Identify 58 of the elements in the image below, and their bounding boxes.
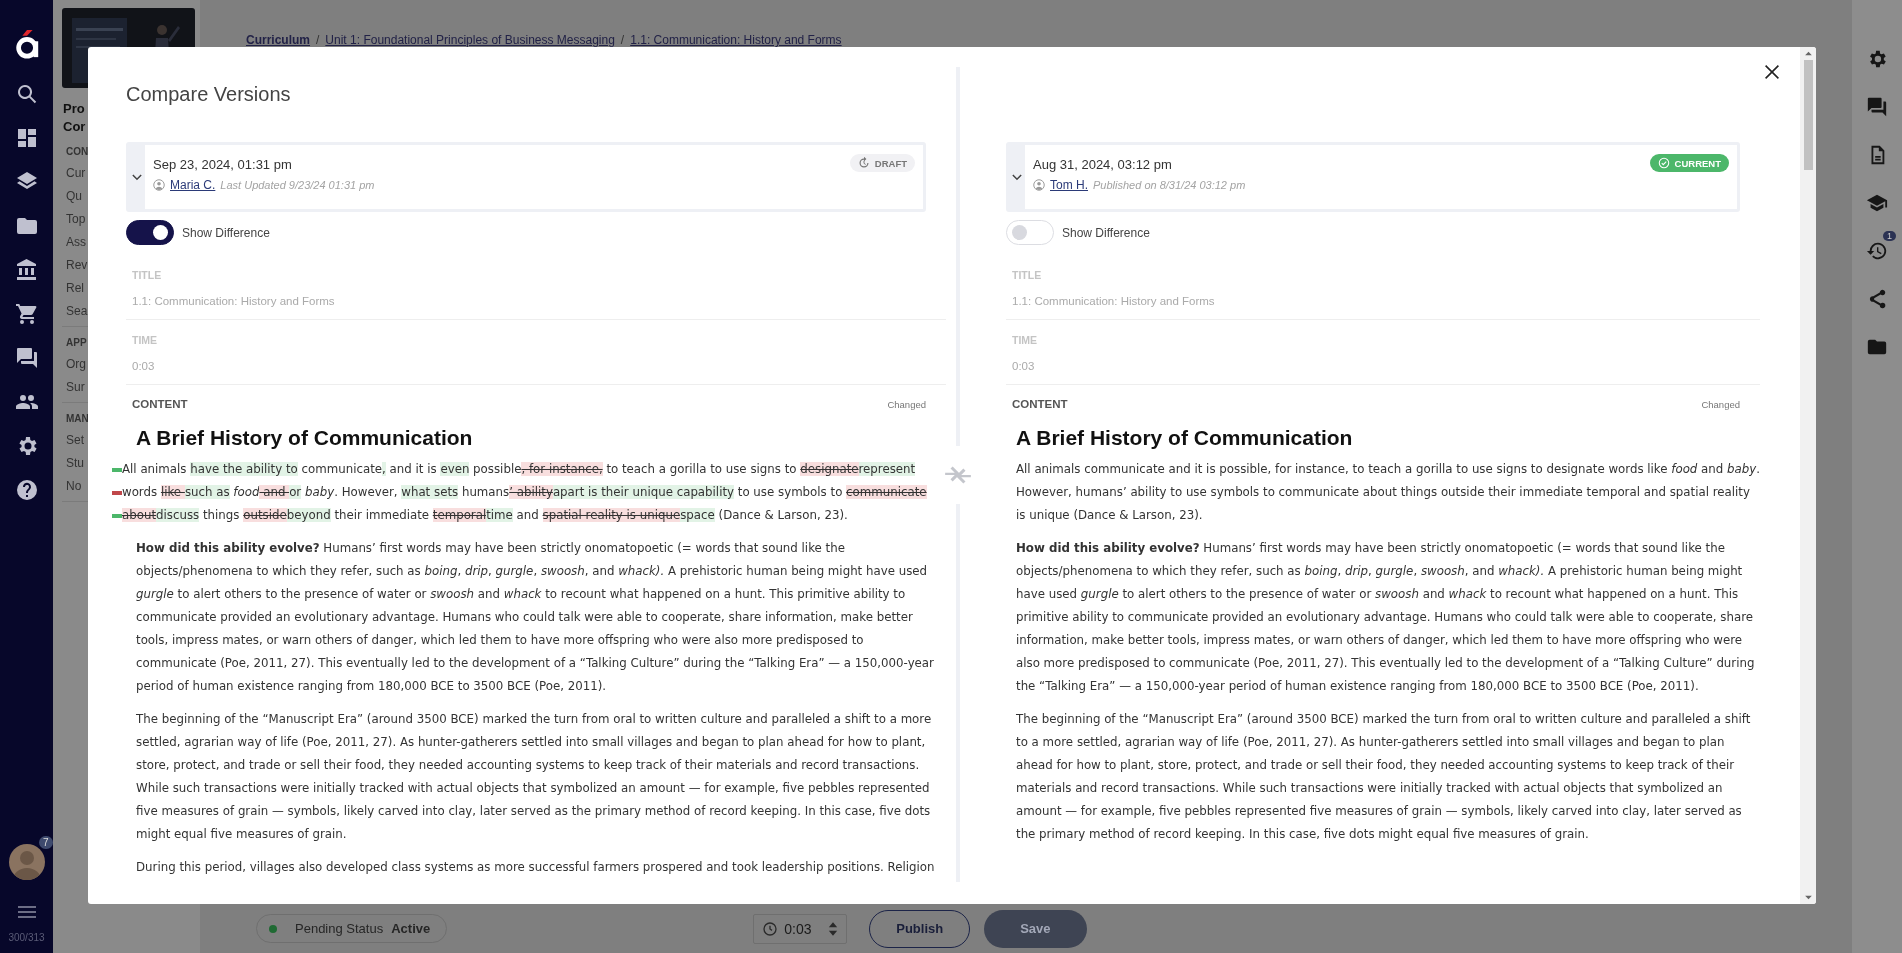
version-badge: CURRENT bbox=[1649, 154, 1729, 172]
paragraph: How did this ability evolve? Humans’ first words may have been strictly onomatopoetic (= words that sound like the objects/phenomena to which they refer, such as boing, drip, gurgle, swoosh, and whack). A prehistoric human being might have used gurgle to alert others to the presence of water or swoosh and whack to recount what happened on a hunt. This primitive ability to communicate provided an evolutionary advantage. Humans who could talk were able to cooperate, share information, make better tools, impress mates, or warn others of danger, which led them to have more offspring who were also more predisposed to communicate (Poe, 2011, 27). This eventually led to the development of a “Talking Culture” during the “Talking Era” — a 150,000-year period of human existence ranging from 180,000 BCE to 3500 BCE (Poe, 2011). bbox=[1016, 540, 1756, 695]
field-label: TIME bbox=[132, 334, 159, 346]
field-label: CONTENT bbox=[1012, 398, 1068, 410]
section-heading: CON bbox=[66, 146, 89, 157]
change-status: Changed bbox=[887, 398, 926, 410]
time-field[interactable]: 0:03 bbox=[753, 913, 848, 944]
version-badge: DRAFT bbox=[849, 154, 915, 172]
change-status: Changed bbox=[1701, 398, 1740, 410]
field-label: TIME bbox=[1012, 334, 1039, 346]
breadcrumb-separator: / bbox=[620, 33, 625, 47]
sidebar-item[interactable]: Sea bbox=[66, 304, 88, 318]
sidebar-item[interactable]: Cur bbox=[66, 166, 86, 180]
breadcrumb-link[interactable]: Unit 1: Foundational Principles of Business Messaging bbox=[325, 33, 615, 47]
paragraph: All animals communicate and it is possible, for instance, to teach a gorilla to use signs to designate words like food and baby. However, humans’ ability to use symbols to communicate about things outside their immediate temporal and spatial reality is unique (Dance & Larson, 23). bbox=[1016, 461, 1760, 524]
field-value: 1.1: Communication: History and Forms bbox=[1012, 295, 1216, 307]
sidebar-item[interactable]: Ass bbox=[66, 235, 86, 249]
version-date: Aug 31, 2024, 03:12 pm bbox=[1033, 157, 1173, 172]
sidebar-item[interactable]: Stu bbox=[66, 456, 84, 470]
version-counter: 300/313 bbox=[8, 932, 45, 943]
toggle-label: Show Difference bbox=[182, 225, 270, 240]
field-value: 1.1: Communication: History and Forms bbox=[132, 295, 336, 307]
paragraph: During this period, villages also developed class systems as more successful farmers prospered and took leadership positions. Religion bbox=[136, 859, 935, 876]
sidebar-item[interactable]: Rel bbox=[66, 281, 84, 295]
document-heading: A Brief History of Communication bbox=[136, 426, 474, 450]
paragraph: The beginning of the “Manuscript Era” (around 3500 BCE) marked the turn from oral to written culture and paralleled a shift to a more settled, agrarian way of life (Poe, 2011, 27). As hunter-gatherers settled into small villages and began to plan ahead for how to plant, store, protect, and trade or sell their food, they needed accounting systems to keep track of their materials and record transactions. While such transactions were initially tracked with actual objects that symbolized an amount — for example, five pebbles represented five measures of grain — symbols, likely carved into clay, later served as the primary method of record keeping. In this case, five dots might equal five measures of grain. bbox=[136, 711, 933, 843]
sidebar-item[interactable]: No bbox=[66, 479, 82, 493]
author-link[interactable]: Maria C. bbox=[170, 178, 216, 192]
author-link[interactable]: Tom H. bbox=[1050, 178, 1088, 192]
sidebar-item[interactable]: Sur bbox=[66, 380, 85, 394]
sidebar-item[interactable]: Set bbox=[66, 433, 84, 447]
section-heading: APP bbox=[66, 337, 87, 348]
document-heading: A Brief History of Communication bbox=[1016, 426, 1354, 450]
notification-badge: 1 bbox=[1883, 231, 1896, 241]
diff-paragraph: All animals have the ability to communicate, and it is even possible, for instance, to teach a gorilla to use signs to designaterepresent words like such as food and or baby. However, what sets humans’ abilityapart is their unique capability to use symbols to communicate aboutdiscuss things outsidebeyond their immediate temporaltime and spatial reality is uniquespace (Dance & Larson, 23). bbox=[122, 461, 928, 524]
dialog-title: Compare Versions bbox=[126, 83, 291, 106]
course-title: Cor bbox=[62, 118, 86, 136]
sidebar-item[interactable]: Top bbox=[66, 212, 86, 226]
version-meta: Published on 8/31/24 03:12 pm bbox=[1093, 179, 1246, 191]
paragraph: How did this ability evolve? Humans’ first words may have been strictly onomatopoetic (= words that sound like the objects/phenomena to which they refer, such as boing, drip, gurgle, swoosh, and whack). A prehistoric human being might have used gurgle to alert others to the presence of water or swoosh and whack to recount what happened on a hunt. This primitive ability to communicate provided an evolutionary advantage. Humans who could talk were able to cooperate, share information, make better tools, impress mates, or warn others of danger, which led them to have more offspring who were also more predisposed to communicate (Poe, 2011, 27). This eventually led to the development of a “Talking Culture” during the “Talking Era” — a 150,000-year period of human existence ranging from 180,000 BCE to 3500 BCE (Poe, 2011). bbox=[136, 540, 935, 695]
course-title: Pro bbox=[62, 100, 85, 118]
paragraph: The beginning of the “Manuscript Era” (around 3500 BCE) marked the turn from oral to written culture and paralleled a shift to a more settled, agrarian way of life (Poe, 2011, 27). As hunter-gatherers settled into small villages and began to plan ahead for how to plant, store, protect, and trade or sell their food, they needed accounting systems to keep track of their materials and record transactions. While such transactions were initially tracked with actual objects that symbolized an amount — for example, five pebbles represented five measures of grain — symbols, likely carved into clay, later served as the primary method of record keeping. In this case, five dots might equal five measures of grain. bbox=[1016, 711, 1752, 843]
sidebar-item[interactable]: Qu bbox=[66, 189, 82, 203]
field-label: TITLE bbox=[1012, 269, 1043, 281]
field-value: 0:03 bbox=[132, 360, 156, 372]
field-value: 0:03 bbox=[1012, 360, 1036, 372]
section-heading: MAN bbox=[66, 413, 89, 424]
notification-badge: 7 bbox=[38, 836, 53, 849]
breadcrumb-link[interactable]: Curriculum bbox=[246, 33, 310, 47]
version-date: Sep 23, 2024, 01:31 pm bbox=[153, 157, 293, 172]
breadcrumb-separator: / bbox=[316, 33, 320, 47]
field-label: TITLE bbox=[132, 269, 163, 281]
breadcrumb-link[interactable]: 1.1: Communication: History and Forms bbox=[630, 33, 842, 47]
version-meta: Last Updated 9/23/24 01:31 pm bbox=[220, 179, 375, 191]
toggle-label: Show Difference bbox=[1062, 225, 1150, 240]
sidebar-item[interactable]: Rev bbox=[66, 258, 88, 272]
sidebar-item[interactable]: Org bbox=[66, 357, 86, 371]
field-label: CONTENT bbox=[132, 398, 188, 410]
